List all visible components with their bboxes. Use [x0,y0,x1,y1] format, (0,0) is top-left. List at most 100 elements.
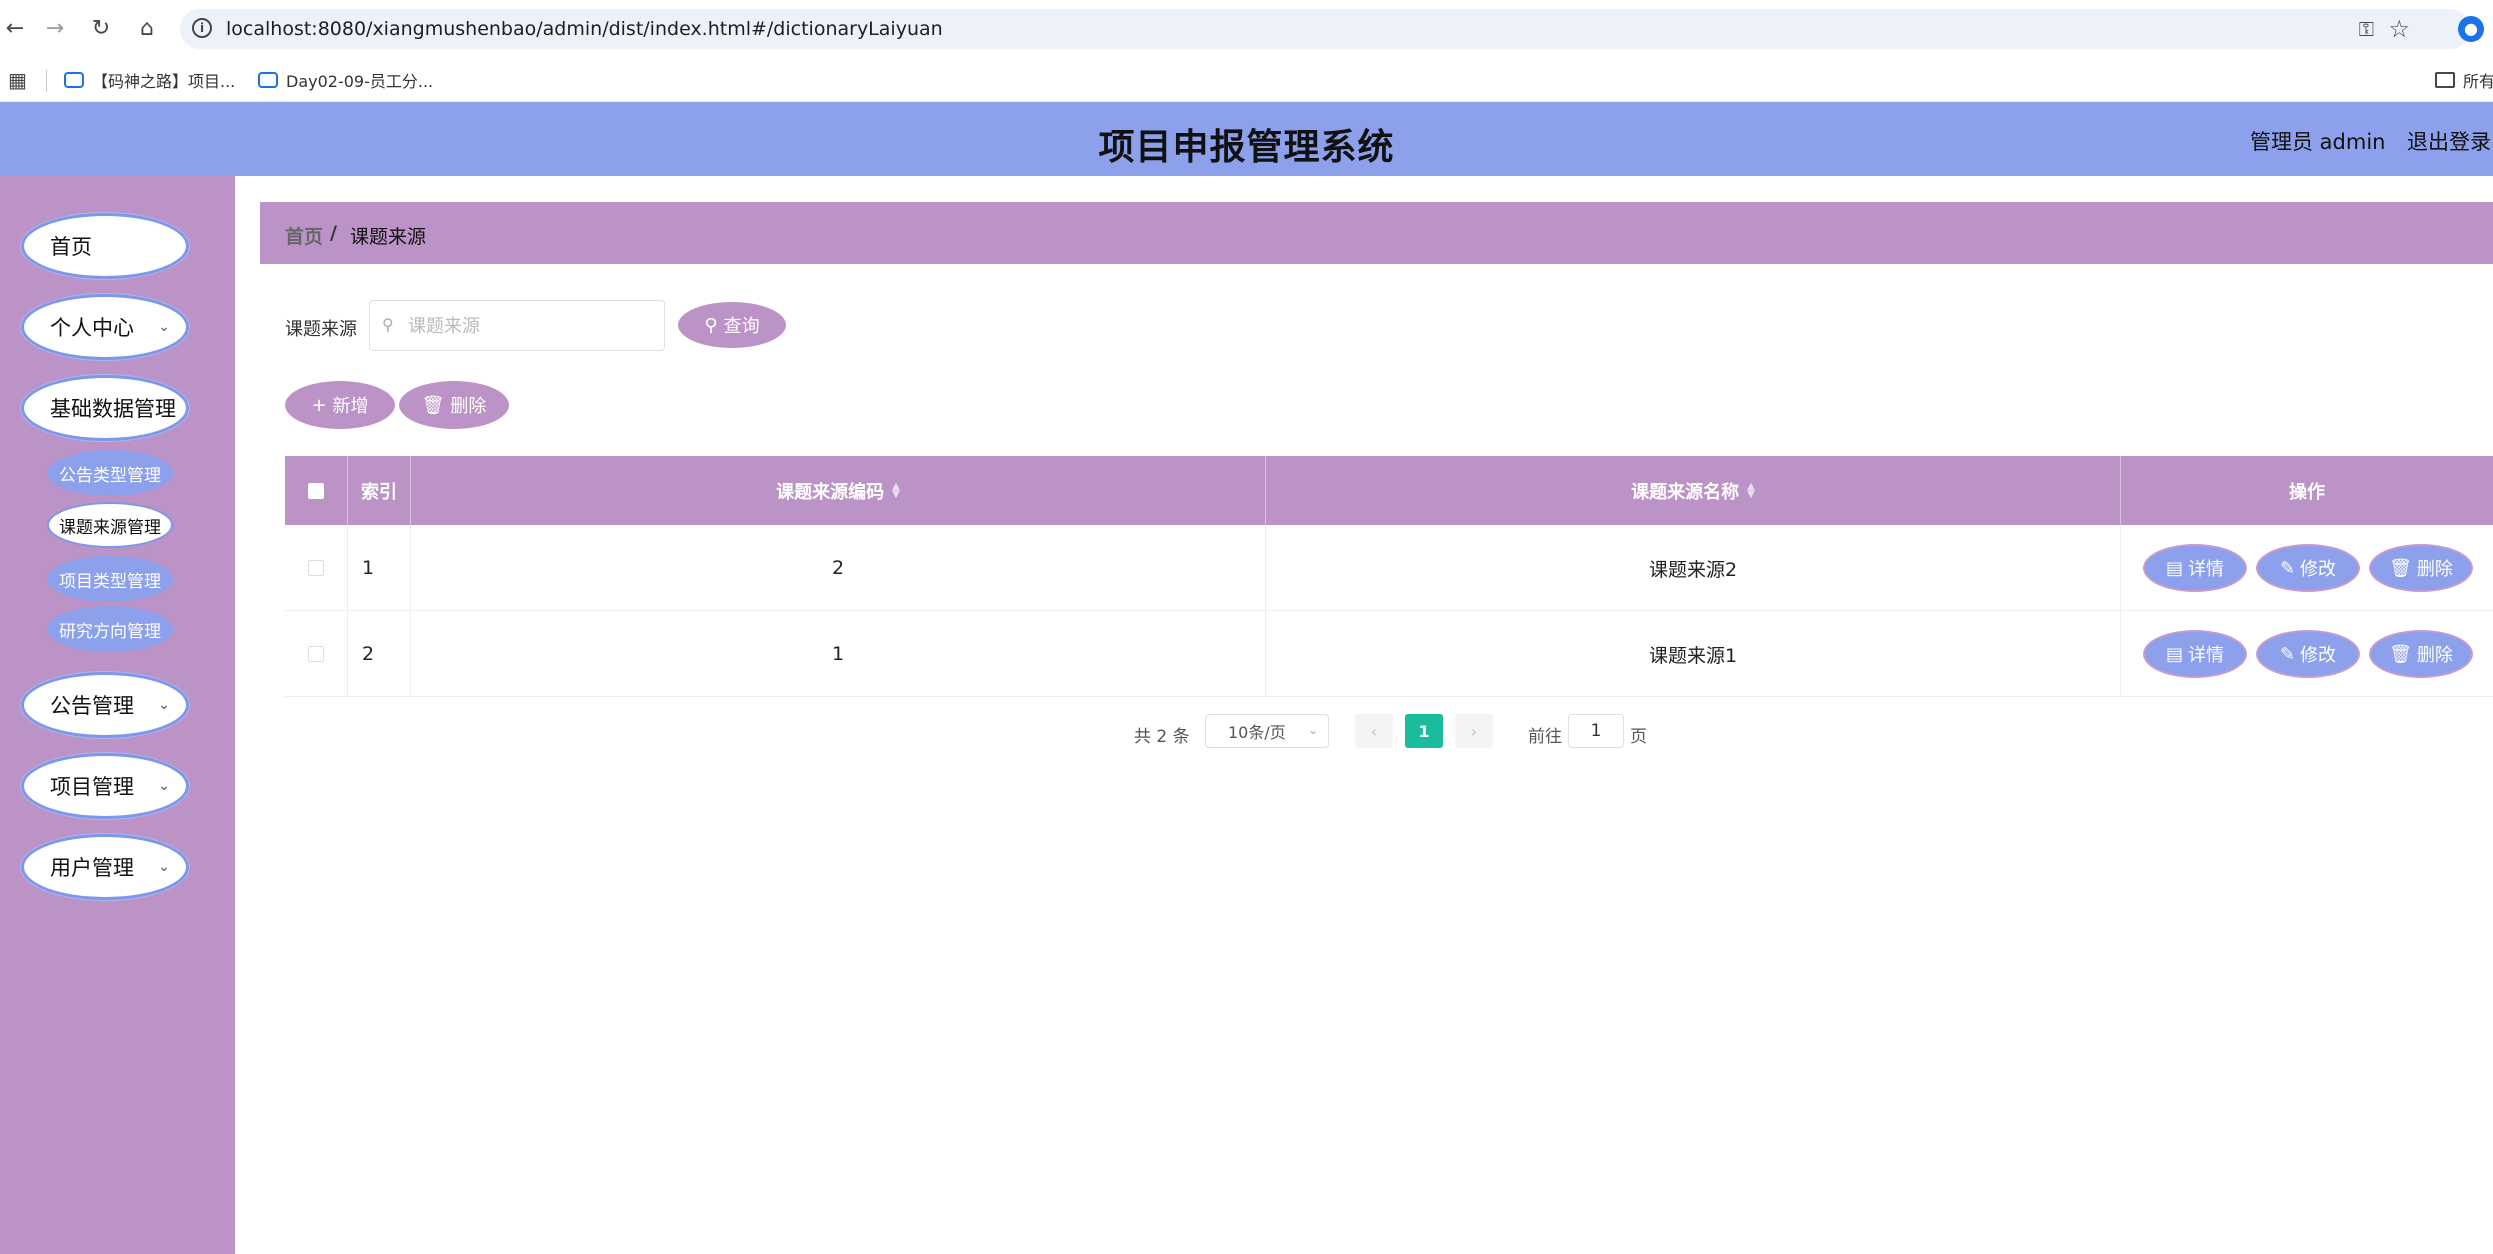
table-row: 1 2 课题来源2 ▤ 详情 ✎ 修改 🗑 删除 [285,525,2493,611]
goto-page-input[interactable]: 1 [1568,714,1624,748]
home-icon[interactable]: ⌂ [132,14,162,44]
add-button[interactable]: + 新增 [285,381,395,429]
delete-button[interactable]: 🗑 删除 [2369,630,2473,678]
search-icon: ⚲ [704,314,718,336]
bilibili-icon [64,72,84,88]
chevron-down-icon: ⌄ [1307,723,1318,737]
url-text[interactable]: localhost:8080/xiangmushenbao/admin/dist… [226,18,943,40]
edit-button[interactable]: ✎ 修改 [2256,630,2360,678]
password-key-icon[interactable]: ⚿ [2359,17,2374,41]
sidebar-item-personal-center[interactable]: 个人中心 ⌄ [21,294,189,360]
sidebar-subitem-label: 研究方向管理 [59,621,161,642]
edit-button[interactable]: ✎ 修改 [2256,544,2360,592]
select-all-checkbox[interactable] [308,482,324,499]
sort-icon[interactable]: ▲ ▼ [1747,481,1755,499]
trash-icon: 🗑 [421,394,445,416]
query-button-label: 查询 [723,316,760,337]
sidebar-item-label: 基础数据管理 [50,397,176,421]
bookmark-label: Day02-09-员工分... [286,72,434,91]
bookmark-item[interactable]: Day02-09-员工分... [258,66,433,94]
sidebar-item-home[interactable]: 首页 [21,213,189,279]
actions-cell: ▤ 详情 ✎ 修改 🗑 删除 [2121,525,2493,611]
browser-toolbar: ← → ↻ ⌂ i localhost:8080/xiangmushenbao/… [0,0,2493,58]
sidebar-item-users[interactable]: 用户管理 ⌄ [21,834,189,900]
index-cell: 1 [348,525,411,611]
page-size-label: 10条/页 [1228,723,1286,742]
sidebar-item-label: 个人中心 [50,316,134,340]
row-checkbox[interactable] [308,560,324,576]
column-header-label: 索引 [361,481,397,503]
column-header-name[interactable]: 课题来源名称 ▲ ▼ [1266,456,2121,525]
sidebar-subitem-topic-source[interactable]: 课题来源管理 [47,502,173,548]
all-bookmarks-folder[interactable]: 所有 [2435,68,2493,92]
detail-button-label: 详情 [2188,559,2224,580]
sidebar-item-basic-data[interactable]: 基础数据管理 [21,375,189,441]
add-button-label: 新增 [332,396,369,417]
sidebar-subitem-notice-type[interactable]: 公告类型管理 [47,450,173,496]
forward-icon[interactable]: → [40,14,70,44]
column-header-label: 操作 [2289,481,2325,503]
address-bar[interactable]: i localhost:8080/xiangmushenbao/admin/di… [180,9,2470,49]
chevron-down-icon: ⌄ [158,859,170,875]
table-header: 索引 课题来源编码 ▲ ▼ 课题来源名称 ▲ ▼ 操作 [285,456,2493,525]
bilibili-icon [258,72,278,88]
row-checkbox[interactable] [308,646,324,662]
sort-icon[interactable]: ▲ ▼ [892,481,900,499]
profile-avatar-icon[interactable]: ● [2458,16,2484,42]
prev-page-button[interactable]: ‹ [1355,714,1393,748]
breadcrumb-home[interactable]: 首页 [285,222,323,249]
name-cell: 课题来源2 [1266,525,2121,611]
sidebar-subitem-label: 公告类型管理 [59,465,161,486]
chevron-right-icon: › [1470,721,1478,741]
sidebar: 首页 个人中心 ⌄ 基础数据管理 公告类型管理 课题来源管理 项目类型管理 研究… [0,176,235,1254]
delete-button[interactable]: 🗑 删除 [2369,544,2473,592]
reload-icon[interactable]: ↻ [86,14,116,44]
code-cell: 1 [411,611,1266,697]
detail-button[interactable]: ▤ 详情 [2143,544,2247,592]
table-row: 2 1 课题来源1 ▤ 详情 ✎ 修改 🗑 删除 [285,611,2493,697]
column-header-actions: 操作 [2121,456,2493,525]
back-icon[interactable]: ← [0,14,30,44]
pencil-icon: ✎ [2279,557,2296,579]
sidebar-subitem-research-direction[interactable]: 研究方向管理 [47,606,173,652]
page-number-current[interactable]: 1 [1405,714,1443,748]
goto-prefix: 前往 [1528,727,1562,747]
search-icon: ⚲ [382,315,394,334]
site-info-icon[interactable]: i [192,18,212,38]
search-field[interactable]: ⚲ [369,300,665,351]
breadcrumb-current: 课题来源 [350,226,427,248]
breadcrumb-separator: / [330,222,337,244]
column-header-code[interactable]: 课题来源编码 ▲ ▼ [411,456,1266,525]
batch-delete-button[interactable]: 🗑 删除 [399,381,509,429]
select-all-cell [285,456,348,525]
chevron-down-icon: ⌄ [158,697,170,713]
sidebar-item-notice[interactable]: 公告管理 ⌄ [21,672,189,738]
sidebar-subitem-label: 项目类型管理 [59,571,161,592]
apps-grid-icon[interactable]: ▦ [8,68,27,92]
index-cell: 2 [348,611,411,697]
trash-icon: 🗑 [2389,643,2412,665]
breadcrumb: 首页 / 课题来源 [260,202,2493,264]
bookmark-item[interactable]: 【码神之路】项目... [64,66,235,94]
chevron-left-icon: ‹ [1370,721,1378,741]
sidebar-subitem-project-type[interactable]: 项目类型管理 [47,556,173,602]
name-cell: 课题来源1 [1266,611,2121,697]
sidebar-item-project[interactable]: 项目管理 ⌄ [21,753,189,819]
row-select-cell [285,611,348,697]
search-label: 课题来源 [285,319,357,340]
detail-button[interactable]: ▤ 详情 [2143,630,2247,678]
bookmarks-bar: ▦ 【码神之路】项目... Day02-09-员工分... 所有 [0,58,2493,102]
sidebar-item-label: 用户管理 [50,856,134,880]
page-size-select[interactable]: 10条/页 ⌄ [1205,714,1329,748]
actions-cell: ▤ 详情 ✎ 修改 🗑 删除 [2121,611,2493,697]
bookmark-star-icon[interactable]: ☆ [2388,15,2410,43]
sidebar-item-label: 首页 [50,235,92,259]
next-page-button[interactable]: › [1455,714,1493,748]
folder-label: 所有 [2463,72,2493,91]
logout-link[interactable]: 退出登录 [2407,126,2491,156]
search-input[interactable] [408,311,648,341]
pagination-total: 共 2 条 [1134,727,1190,747]
goto-suffix: 页 [1630,727,1647,747]
query-button[interactable]: ⚲ 查询 [678,302,786,348]
edit-button-label: 修改 [2300,645,2337,666]
